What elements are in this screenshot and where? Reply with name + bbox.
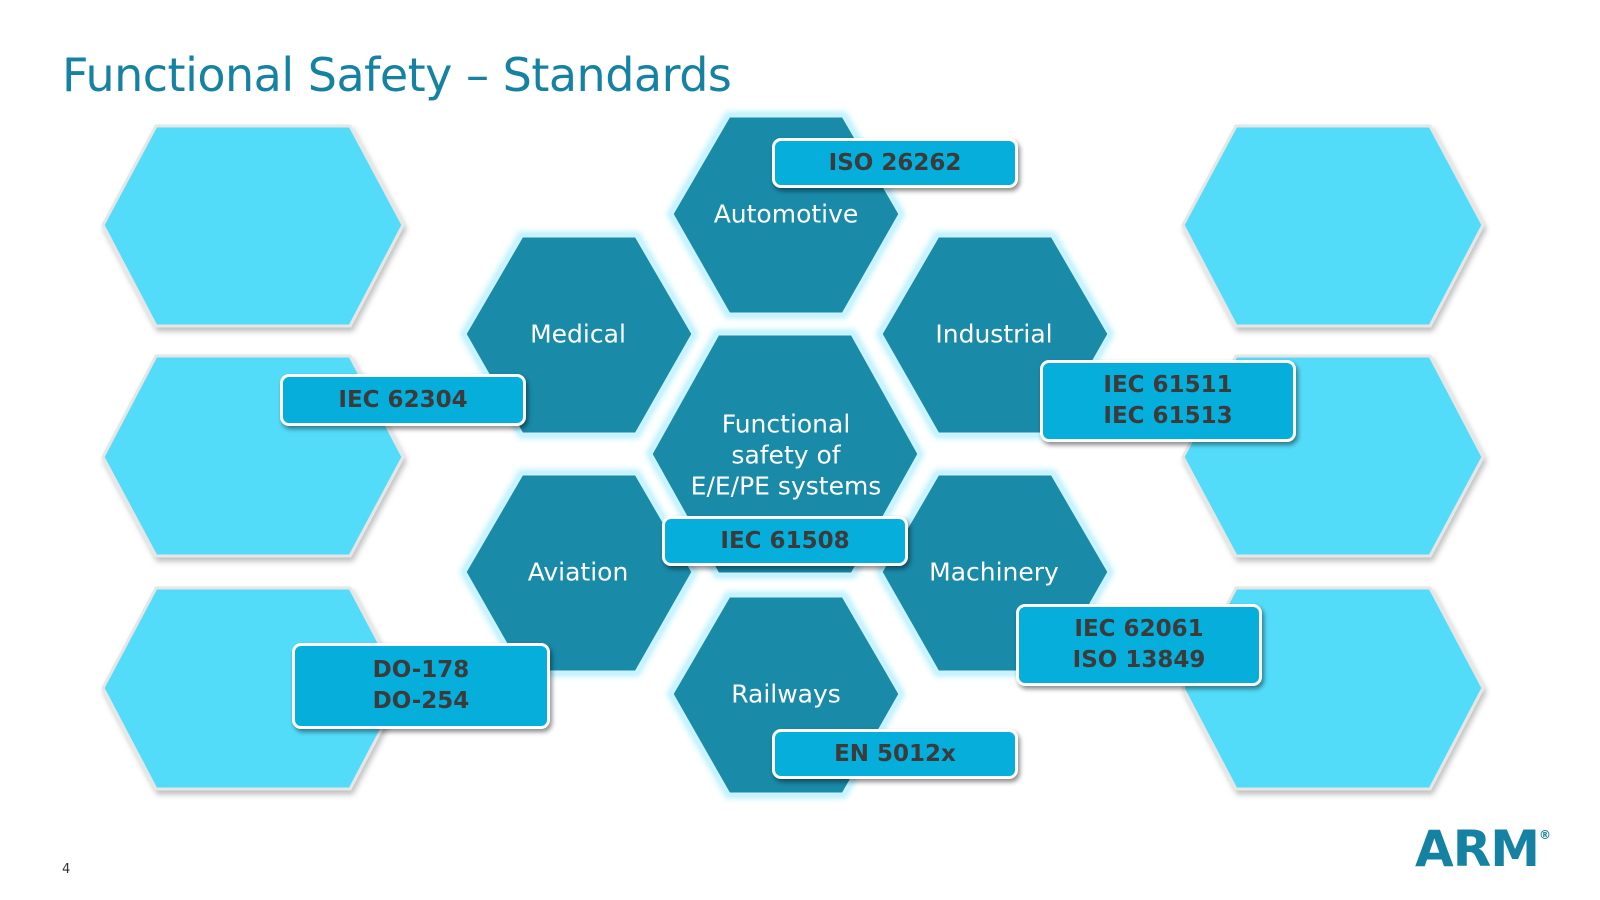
machinery-standard-box: IEC 62061 ISO 13849 — [1016, 604, 1262, 686]
registered-mark: ® — [1538, 828, 1551, 842]
railways-standard-box: EN 5012x — [772, 729, 1018, 779]
center-label: Functional safety of E/E/PE systems — [690, 409, 882, 501]
logo-text: ARM — [1415, 820, 1540, 878]
standard-label: EN 5012x — [834, 740, 956, 767]
automotive-label: Automotive — [713, 199, 859, 229]
aviation-standard-box: DO-178 DO-254 — [292, 643, 550, 729]
industrial-label: Industrial — [935, 319, 1053, 349]
page-number: 4 — [62, 862, 71, 877]
center-standard-box: IEC 61508 — [662, 516, 908, 566]
automotive-standard-box: ISO 26262 — [772, 138, 1018, 188]
standard-label: IEC 62061 — [1074, 616, 1204, 642]
standard-label: ISO 26262 — [828, 149, 962, 176]
medical-standard-box: IEC 62304 — [280, 374, 526, 426]
standard-label: IEC 61513 — [1103, 403, 1233, 429]
arm-logo: ARM® — [1415, 820, 1551, 878]
machinery-label: Machinery — [929, 557, 1059, 587]
standard-label: ISO 13849 — [1072, 647, 1206, 673]
railways-label: Railways — [731, 679, 841, 709]
standard-label: IEC 61508 — [720, 527, 850, 554]
aviation-label: Aviation — [527, 557, 629, 587]
standard-label: IEC 62304 — [338, 386, 468, 413]
standard-label: DO-178 — [372, 657, 470, 683]
medical-label: Medical — [530, 319, 626, 349]
industrial-standard-box: IEC 61511 IEC 61513 — [1040, 360, 1296, 442]
decorative-hexagon-right-top — [1181, 124, 1485, 328]
standard-label: DO-254 — [372, 688, 470, 714]
standard-label: IEC 61511 — [1103, 372, 1233, 398]
decorative-hexagon-left-top — [101, 124, 405, 328]
